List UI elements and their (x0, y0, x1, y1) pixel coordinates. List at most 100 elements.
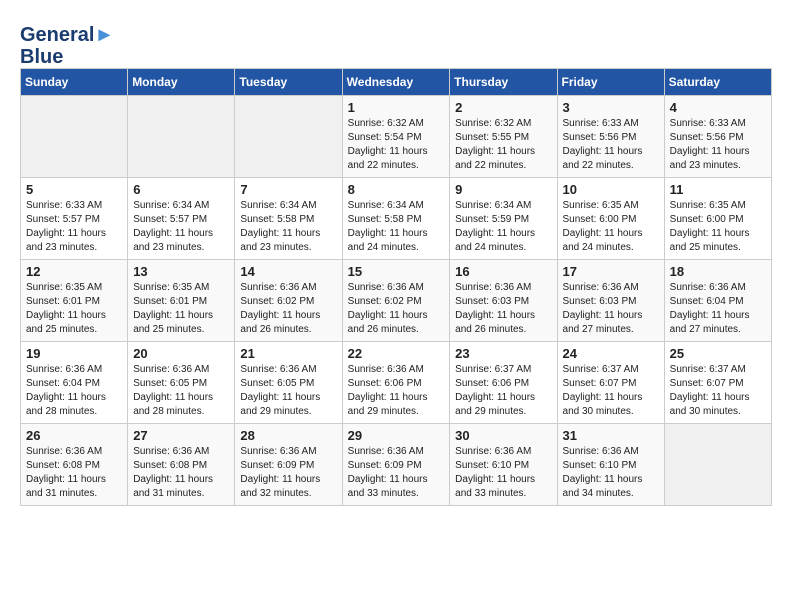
day-info: Sunrise: 6:32 AM Sunset: 5:54 PM Dayligh… (348, 117, 445, 173)
calendar-cell: 20 Sunrise: 6:36 AM Sunset: 6:05 PM Dayli… (128, 342, 235, 424)
calendar-cell (21, 96, 128, 178)
day-number: 7 (240, 182, 336, 197)
day-info: Sunrise: 6:37 AM Sunset: 6:07 PM Dayligh… (670, 363, 766, 419)
day-number: 24 (563, 346, 659, 361)
day-number: 17 (563, 264, 659, 279)
day-info: Sunrise: 6:36 AM Sunset: 6:04 PM Dayligh… (26, 363, 122, 419)
calendar-cell: 7 Sunrise: 6:34 AM Sunset: 5:58 PM Daylig… (235, 178, 342, 260)
day-info: Sunrise: 6:36 AM Sunset: 6:09 PM Dayligh… (348, 445, 445, 501)
calendar-cell: 6Sunrise: 6:34 AM Sunset: 5:57 PM Daylig… (128, 178, 235, 260)
calendar-cell: 10 Sunrise: 6:35 AM Sunset: 6:00 PM Dayli… (557, 178, 664, 260)
calendar-cell: 15 Sunrise: 6:36 AM Sunset: 6:02 PM Dayli… (342, 260, 450, 342)
calendar-cell (128, 96, 235, 178)
day-number: 10 (563, 182, 659, 197)
calendar-cell: 24 Sunrise: 6:37 AM Sunset: 6:07 PM Dayli… (557, 342, 664, 424)
calendar-cell: 22 Sunrise: 6:36 AM Sunset: 6:06 PM Dayli… (342, 342, 450, 424)
day-number: 14 (240, 264, 336, 279)
day-number: 25 (670, 346, 766, 361)
calendar-cell: 19 Sunrise: 6:36 AM Sunset: 6:04 PM Dayli… (21, 342, 128, 424)
day-number: 11 (670, 182, 766, 197)
day-info: Sunrise: 6:36 AM Sunset: 6:08 PM Dayligh… (26, 445, 122, 501)
day-info: Sunrise: 6:35 AM Sunset: 6:01 PM Dayligh… (26, 281, 122, 337)
calendar-cell: 18Sunrise: 6:36 AM Sunset: 6:04 PM Dayli… (664, 260, 771, 342)
day-info: Sunrise: 6:35 AM Sunset: 6:01 PM Dayligh… (133, 281, 229, 337)
day-info: Sunrise: 6:36 AM Sunset: 6:02 PM Dayligh… (348, 281, 445, 337)
day-info: Sunrise: 6:36 AM Sunset: 6:05 PM Dayligh… (133, 363, 229, 419)
day-number: 21 (240, 346, 336, 361)
calendar-cell: 9 Sunrise: 6:34 AM Sunset: 5:59 PM Daylig… (450, 178, 557, 260)
day-info: Sunrise: 6:36 AM Sunset: 6:05 PM Dayligh… (240, 363, 336, 419)
calendar-cell (235, 96, 342, 178)
day-number: 23 (455, 346, 551, 361)
day-info: Sunrise: 6:36 AM Sunset: 6:03 PM Dayligh… (563, 281, 659, 337)
day-info: Sunrise: 6:32 AM Sunset: 5:55 PM Dayligh… (455, 117, 551, 173)
calendar-cell: 29 Sunrise: 6:36 AM Sunset: 6:09 PM Dayli… (342, 424, 450, 506)
calendar-cell: 17 Sunrise: 6:36 AM Sunset: 6:03 PM Dayli… (557, 260, 664, 342)
calendar-cell: 14 Sunrise: 6:36 AM Sunset: 6:02 PM Dayli… (235, 260, 342, 342)
logo-text: General►Blue (20, 24, 114, 68)
day-number: 8 (348, 182, 445, 197)
day-number: 13 (133, 264, 229, 279)
day-number: 1 (348, 100, 445, 115)
day-of-week-header: Tuesday (235, 69, 342, 96)
calendar-cell: 23 Sunrise: 6:37 AM Sunset: 6:06 PM Dayli… (450, 342, 557, 424)
day-number: 26 (26, 428, 122, 443)
day-info: Sunrise: 6:36 AM Sunset: 6:10 PM Dayligh… (455, 445, 551, 501)
day-number: 3 (563, 100, 659, 115)
day-of-week-header: Wednesday (342, 69, 450, 96)
day-number: 4 (670, 100, 766, 115)
calendar-table: SundayMondayTuesdayWednesdayThursdayFrid… (20, 68, 772, 506)
day-of-week-header: Friday (557, 69, 664, 96)
calendar-cell: 11 Sunrise: 6:35 AM Sunset: 6:00 PM Dayli… (664, 178, 771, 260)
day-of-week-header: Sunday (21, 69, 128, 96)
calendar-cell: 8 Sunrise: 6:34 AM Sunset: 5:58 PM Daylig… (342, 178, 450, 260)
day-number: 29 (348, 428, 445, 443)
calendar-cell: 13 Sunrise: 6:35 AM Sunset: 6:01 PM Dayli… (128, 260, 235, 342)
day-info: Sunrise: 6:37 AM Sunset: 6:06 PM Dayligh… (455, 363, 551, 419)
day-info: Sunrise: 6:36 AM Sunset: 6:09 PM Dayligh… (240, 445, 336, 501)
day-info: Sunrise: 6:34 AM Sunset: 5:58 PM Dayligh… (348, 199, 445, 255)
calendar-cell: 31Sunrise: 6:36 AM Sunset: 6:10 PM Dayli… (557, 424, 664, 506)
day-info: Sunrise: 6:35 AM Sunset: 6:00 PM Dayligh… (563, 199, 659, 255)
logo: General►Blue (20, 24, 114, 68)
calendar-cell: 25 Sunrise: 6:37 AM Sunset: 6:07 PM Dayli… (664, 342, 771, 424)
day-info: Sunrise: 6:36 AM Sunset: 6:02 PM Dayligh… (240, 281, 336, 337)
day-info: Sunrise: 6:35 AM Sunset: 6:00 PM Dayligh… (670, 199, 766, 255)
day-of-week-header: Thursday (450, 69, 557, 96)
day-info: Sunrise: 6:36 AM Sunset: 6:08 PM Dayligh… (133, 445, 229, 501)
day-number: 30 (455, 428, 551, 443)
day-number: 9 (455, 182, 551, 197)
day-info: Sunrise: 6:36 AM Sunset: 6:06 PM Dayligh… (348, 363, 445, 419)
day-number: 2 (455, 100, 551, 115)
day-info: Sunrise: 6:37 AM Sunset: 6:07 PM Dayligh… (563, 363, 659, 419)
day-number: 6 (133, 182, 229, 197)
day-info: Sunrise: 6:34 AM Sunset: 5:59 PM Dayligh… (455, 199, 551, 255)
day-number: 15 (348, 264, 445, 279)
calendar-cell: 30 Sunrise: 6:36 AM Sunset: 6:10 PM Dayli… (450, 424, 557, 506)
calendar-cell: 12 Sunrise: 6:35 AM Sunset: 6:01 PM Dayli… (21, 260, 128, 342)
day-info: Sunrise: 6:33 AM Sunset: 5:56 PM Dayligh… (563, 117, 659, 173)
calendar-cell: 27 Sunrise: 6:36 AM Sunset: 6:08 PM Dayli… (128, 424, 235, 506)
day-number: 19 (26, 346, 122, 361)
calendar-cell: 28 Sunrise: 6:36 AM Sunset: 6:09 PM Dayli… (235, 424, 342, 506)
calendar-cell: 4 Sunrise: 6:33 AM Sunset: 5:56 PM Daylig… (664, 96, 771, 178)
day-of-week-header: Saturday (664, 69, 771, 96)
day-number: 22 (348, 346, 445, 361)
day-number: 5 (26, 182, 122, 197)
day-number: 18 (670, 264, 766, 279)
day-of-week-header: Monday (128, 69, 235, 96)
day-number: 12 (26, 264, 122, 279)
calendar-cell: 1 Sunrise: 6:32 AM Sunset: 5:54 PM Daylig… (342, 96, 450, 178)
calendar-cell: 16 Sunrise: 6:36 AM Sunset: 6:03 PM Dayli… (450, 260, 557, 342)
day-number: 27 (133, 428, 229, 443)
calendar-cell (664, 424, 771, 506)
day-number: 31 (563, 428, 659, 443)
day-number: 28 (240, 428, 336, 443)
day-info: Sunrise: 6:34 AM Sunset: 5:58 PM Dayligh… (240, 199, 336, 255)
day-info: Sunrise: 6:33 AM Sunset: 5:56 PM Dayligh… (670, 117, 766, 173)
day-number: 20 (133, 346, 229, 361)
day-number: 16 (455, 264, 551, 279)
day-info: Sunrise: 6:36 AM Sunset: 6:03 PM Dayligh… (455, 281, 551, 337)
calendar-cell: 2 Sunrise: 6:32 AM Sunset: 5:55 PM Daylig… (450, 96, 557, 178)
calendar-cell: 21 Sunrise: 6:36 AM Sunset: 6:05 PM Dayli… (235, 342, 342, 424)
